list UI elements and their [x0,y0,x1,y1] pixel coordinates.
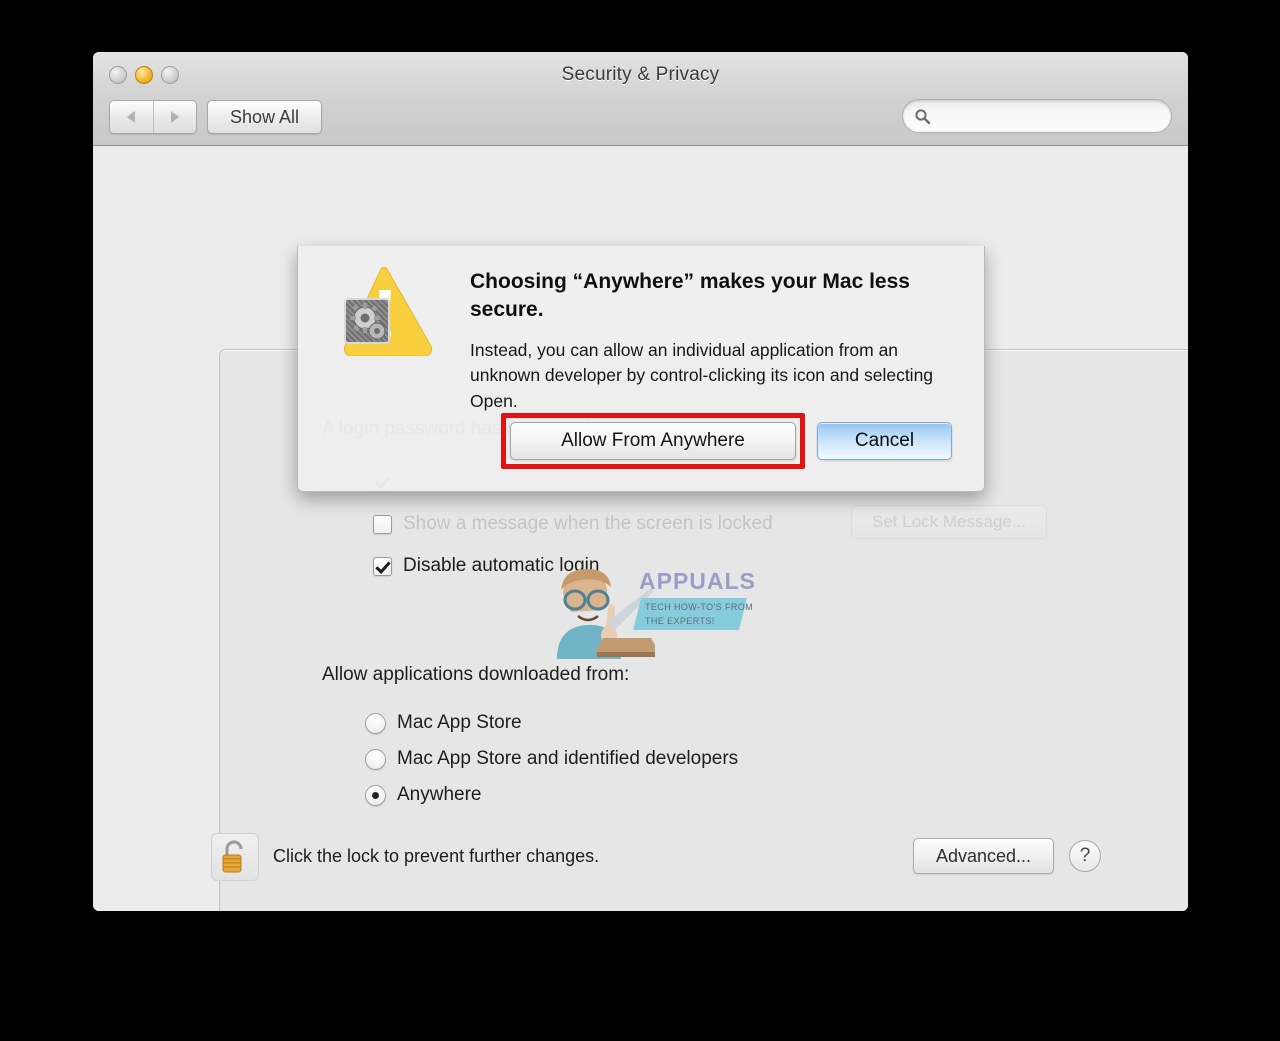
search-input[interactable] [931,107,1171,125]
window-titlebar: Security & Privacy Show All [93,52,1188,146]
show-message-row[interactable]: Show a message when the screen is locked [373,513,773,535]
unlocked-padlock-icon [222,840,243,873]
forward-button[interactable] [152,101,197,133]
mac-app-store-identified-radio[interactable] [365,748,386,770]
back-button[interactable] [110,101,153,133]
sheet-title: Choosing “Anywhere” makes your Mac less … [470,270,910,321]
security-privacy-window: Security & Privacy Show All Show a messa… [93,52,1188,911]
window-title: Security & Privacy [561,64,720,85]
set-lock-message-label: Set Lock Message... [872,512,1027,531]
disable-automatic-login-row[interactable]: Disable automatic login [373,555,599,577]
triangle-right-icon [170,111,179,123]
search-icon [914,108,931,125]
less-secure-warning-sheet: Choosing “Anywhere” makes your Mac less … [297,246,985,492]
disable-automatic-login-checkbox[interactable] [373,556,392,576]
sheet-body: Instead, you can allow an individual app… [470,340,934,411]
help-label: ? [1079,845,1091,866]
radio-anywhere-row[interactable]: Anywhere [365,784,482,806]
mac-app-store-radio[interactable] [365,712,386,734]
mac-app-store-label: Mac App Store [397,712,522,733]
lock-button[interactable] [211,833,259,881]
bottom-bar: Click the lock to prevent further change… [93,826,1188,911]
preference-pane-content: General FileVault Firewall Privacy A log… [93,146,1188,911]
show-all-button[interactable]: Show All [207,100,323,134]
lock-hint-text: Click the lock to prevent further change… [273,846,600,866]
anywhere-radio[interactable] [365,784,386,806]
cancel-label: Cancel [854,430,915,451]
set-lock-message-button[interactable]: Set Lock Message... [851,505,1048,539]
allow-applications-label: Allow applications downloaded from: [322,664,630,685]
cancel-button[interactable]: Cancel [817,422,952,460]
radio-mac-app-store-identified-row[interactable]: Mac App Store and identified developers [365,748,738,770]
system-preferences-gears-icon [344,298,390,344]
show-all-label: Show All [230,106,300,127]
disable-automatic-login-label: Disable automatic login [403,555,600,576]
advanced-button[interactable]: Advanced... [912,838,1054,874]
navigation-segmented-control[interactable] [109,100,197,134]
anywhere-label: Anywhere [397,784,482,805]
allow-from-anywhere-button[interactable]: Allow From Anywhere [510,422,796,460]
help-button[interactable]: ? [1069,840,1101,872]
search-field[interactable] [902,99,1172,133]
radio-mac-app-store-row[interactable]: Mac App Store [365,712,522,734]
allow-from-anywhere-label: Allow From Anywhere [561,430,745,451]
advanced-label: Advanced... [935,845,1031,866]
mac-app-store-identified-label: Mac App Store and identified developers [397,748,739,769]
show-message-label: Show a message when the screen is locked [403,513,773,534]
show-message-checkbox[interactable] [373,514,392,534]
triangle-left-icon [127,111,136,123]
